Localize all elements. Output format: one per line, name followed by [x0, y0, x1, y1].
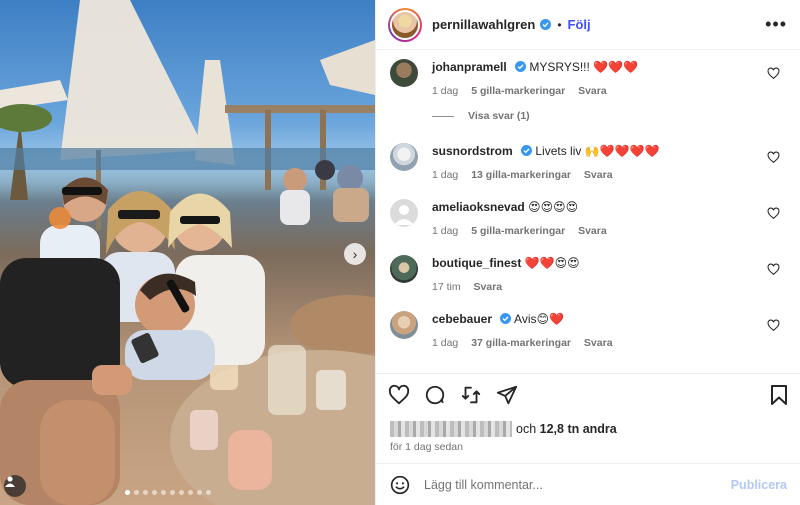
post-timestamp[interactable]: för 1 dag sedan [390, 441, 463, 453]
comment-avatar[interactable] [390, 255, 418, 283]
verified-badge-icon [515, 61, 527, 72]
likes-summary[interactable]: och 12,8 tn andra [390, 421, 617, 437]
comment-age: 17 tim [432, 281, 461, 293]
comment-username[interactable]: ameliaoksnevad [432, 200, 525, 214]
verified-badge-icon [500, 313, 512, 324]
carousel-indicator [125, 490, 211, 495]
send-icon[interactable] [496, 384, 518, 406]
default-avatar-icon [394, 205, 414, 225]
photo-illustration [0, 0, 375, 505]
carousel-dot [143, 490, 148, 495]
comment-username[interactable]: susnordstrom [432, 144, 513, 158]
comment-input[interactable]: Lägg till kommentar... [424, 478, 543, 492]
comment-composer: Lägg till kommentar... Publicera [376, 463, 800, 505]
comment-age: 1 dag [432, 169, 459, 181]
separator-dot: • [557, 17, 562, 32]
emoji-icon[interactable] [390, 475, 410, 495]
reply-button[interactable]: Svara [584, 169, 613, 181]
share-icon[interactable] [460, 384, 482, 406]
chevron-right-icon: › [352, 246, 358, 262]
comment-username[interactable]: boutique_finest [432, 256, 521, 270]
follow-button[interactable]: Följ [568, 17, 591, 32]
carousel-dot [170, 490, 175, 495]
comment-avatar[interactable] [390, 143, 418, 171]
carousel-dot [179, 490, 184, 495]
comment-likes[interactable]: 5 gilla-markeringar [471, 225, 565, 237]
replies-divider [432, 115, 454, 117]
tagged-users-button[interactable] [4, 475, 26, 497]
comment-username[interactable]: johanpramell [432, 60, 507, 74]
publish-button[interactable]: Publicera [731, 478, 787, 492]
heart-icon[interactable] [388, 384, 410, 406]
carousel-dot [125, 490, 130, 495]
carousel-dot [206, 490, 211, 495]
reply-button[interactable]: Svara [474, 281, 503, 293]
carousel-dot [134, 490, 139, 495]
author-avatar[interactable] [388, 7, 422, 42]
verified-badge-icon [521, 145, 533, 156]
post-header: pernillawahlgren • Följ ••• [376, 0, 800, 50]
like-comment-heart-icon[interactable] [767, 151, 780, 164]
likes-count[interactable]: 12,8 tn andra [540, 422, 617, 436]
carousel-dot [188, 490, 193, 495]
likes-prefix: och [516, 422, 537, 436]
comment-text: MYSRYS!!! ❤️❤️❤️ [529, 60, 638, 74]
comment-age: 1 dag [432, 225, 459, 237]
comment-text: Livets liv 🙌❤️❤️❤️❤️ [535, 144, 660, 158]
like-comment-heart-icon[interactable] [767, 207, 780, 220]
carousel-dot [152, 490, 157, 495]
reply-button[interactable]: Svara [578, 85, 607, 97]
blurred-liker-names [390, 421, 512, 437]
post-actions: och 12,8 tn andra för 1 dag sedan [376, 373, 800, 463]
comment-text: Avis😊❤️ [514, 312, 564, 326]
author-username[interactable]: pernillawahlgren [432, 17, 535, 32]
comment-avatar[interactable] [390, 59, 418, 87]
comment-likes[interactable]: 5 gilla-markeringar [471, 85, 565, 97]
comment-likes[interactable]: 13 gilla-markeringar [471, 169, 571, 181]
comment-age: 1 dag [432, 337, 459, 349]
like-comment-heart-icon[interactable] [767, 319, 780, 332]
comment-text: 😍😍😍😍 [528, 200, 579, 214]
carousel-dot [161, 490, 166, 495]
comment-avatar[interactable] [390, 311, 418, 339]
comment-likes[interactable]: 37 gilla-markeringar [471, 337, 571, 349]
view-replies-button[interactable]: Visa svar (1) [432, 110, 530, 122]
like-comment-heart-icon[interactable] [767, 67, 780, 80]
bookmark-icon[interactable] [769, 384, 789, 406]
comments-list[interactable]: johanpramell MYSRYS!!! ❤️❤️❤️ 1 dag 5 gi… [376, 51, 800, 373]
view-replies-label: Visa svar (1) [468, 110, 530, 122]
post-photo[interactable]: › [0, 0, 375, 505]
comment-icon[interactable] [424, 384, 446, 406]
comment-avatar[interactable] [390, 199, 418, 227]
verified-badge-icon [540, 19, 552, 30]
more-icon[interactable]: ••• [765, 15, 787, 33]
user-tag-icon [5, 476, 15, 487]
comment-age: 1 dag [432, 85, 459, 97]
comment-text: ❤️❤️😍😍 [524, 256, 580, 270]
next-image-button[interactable]: › [344, 243, 366, 265]
reply-button[interactable]: Svara [584, 337, 613, 349]
post-panel: pernillawahlgren • Följ ••• johanpramell… [375, 0, 800, 505]
reply-button[interactable]: Svara [578, 225, 607, 237]
comment-username[interactable]: cebebauer [432, 312, 492, 326]
carousel-dot [197, 490, 202, 495]
like-comment-heart-icon[interactable] [767, 263, 780, 276]
